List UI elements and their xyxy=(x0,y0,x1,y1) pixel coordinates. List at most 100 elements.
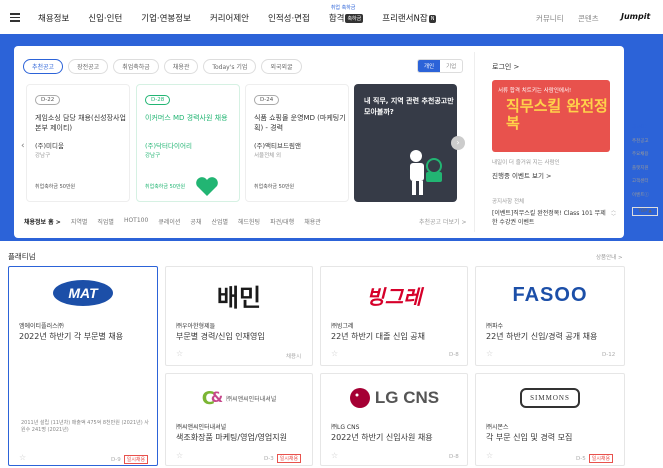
side-menu: 공고찾기 추천공고 주요채용 플랫지원 고객센터 이벤트ⓘ TOP ▲ xyxy=(632,124,658,224)
menu-icon[interactable] xyxy=(10,13,20,22)
company-logo: 배민 xyxy=(216,283,262,312)
platinum-card[interactable]: SIMMONS ㈜시몬스 각 부문 신입 및 경력 모집 ☆ D-5 일시채용 xyxy=(475,373,625,466)
side-menu-item[interactable]: 주요채용 xyxy=(632,151,658,157)
dday-badge: D-22 xyxy=(35,95,61,105)
pass-badge: 축하금 xyxy=(345,14,364,23)
job-title: 22년 하반기 신입/경력 공개 채용 xyxy=(486,332,598,341)
sub-nav-headhunting[interactable]: 헤드헌팅 xyxy=(238,217,260,226)
event-link[interactable]: 진행중 이벤트 보기 > xyxy=(492,170,552,180)
side-menu-item[interactable]: 공고찾기 xyxy=(632,124,658,130)
product-guide-link[interactable]: 상품안내 > xyxy=(596,253,623,261)
job-card[interactable]: D-24 식품 쇼핑몰 운영MD (마케팅기획) - 경력 (주)액티브드림앤 … xyxy=(245,84,349,202)
company-logo: SIMMONS xyxy=(476,380,624,416)
nav-item-freelance[interactable]: 프리랜서N잡 N xyxy=(382,12,437,24)
toggle-company[interactable]: 기업 xyxy=(440,60,462,72)
sub-nav-region[interactable]: 지역별 xyxy=(71,217,88,226)
tab-foreign[interactable]: 외국외굴 xyxy=(261,59,302,74)
star-icon[interactable]: ☆ xyxy=(331,349,338,358)
star-icon[interactable]: ☆ xyxy=(486,451,493,460)
platinum-card[interactable]: 배민 ㈜우아한형제들 부문별 경력/신입 인재영입 ☆ 채용시 xyxy=(165,266,313,366)
sub-nav-industry[interactable]: 산업별 xyxy=(211,217,228,226)
tab-hall[interactable]: 채용관 xyxy=(163,59,199,74)
toggle-personal[interactable]: 개인 xyxy=(418,60,441,72)
sub-nav-job[interactable]: 직업별 xyxy=(97,217,114,226)
sub-nav-dispatch[interactable]: 파견/대행 xyxy=(270,217,294,226)
jobs-sub-nav: 채용정보 홈 > 지역별 직업별 HOT100 큐레이션 공채 산업별 헤드헌팅… xyxy=(24,217,331,226)
banner-tagline: 서류 합격 치트키는 사람인에서! xyxy=(498,88,572,94)
job-card[interactable]: D-28 이커머스 MD 경력사원 채용 (주)닥터다이어리 강남구 취업축하금… xyxy=(136,84,240,202)
notice-label[interactable]: 공지사항 전체 xyxy=(492,197,524,205)
more-recommend-link[interactable]: 추천공고 더보기 > xyxy=(419,217,466,226)
side-menu-item[interactable]: 고객센터 xyxy=(632,178,658,184)
company-name: 엠에이티플러스㈜ xyxy=(19,323,64,330)
promo-card[interactable]: 내 직무, 지역 관련 추천공고만 모아볼까? xyxy=(354,84,457,202)
user-type-toggle: 개인 기업 xyxy=(417,59,464,73)
nav-contents[interactable]: 콘텐츠 xyxy=(578,13,599,24)
platinum-card[interactable]: FASOO ㈜파수 22년 하반기 신입/경력 공개 채용 ☆ D-12 xyxy=(475,266,625,366)
dday-badge: D-24 xyxy=(254,95,280,105)
job-card[interactable]: D-22 게임소싱 담당 채용(신성장사업본부 제이티) (주)미디움 강남구 … xyxy=(26,84,130,202)
job-award: 취업축하금 50만원 xyxy=(254,184,295,190)
sub-nav-hall[interactable]: 채용관 xyxy=(304,217,321,226)
freelance-label: 프리랜서N잡 xyxy=(382,14,428,24)
company-name: ㈜LG CNS xyxy=(331,424,360,431)
sub-nav-home[interactable]: 채용정보 홈 > xyxy=(24,217,61,226)
nav-item-jobs[interactable]: 채용정보 xyxy=(38,12,69,24)
sub-nav-curation[interactable]: 큐레이션 xyxy=(158,217,180,226)
star-icon[interactable]: ☆ xyxy=(486,349,493,358)
pass-sup-label: 취업 축하금 xyxy=(330,5,356,11)
chevron-left-icon[interactable]: ‹ xyxy=(21,141,25,151)
star-icon[interactable]: ☆ xyxy=(331,451,338,460)
platinum-card[interactable]: C & ㈜씨앤씨인터내셔널 ㈜씨앤씨인터내셔널 색조화장품 마케팅/영업/영업지원… xyxy=(165,373,313,466)
side-menu-item[interactable]: 이벤트ⓘ xyxy=(632,192,658,198)
rolling-badge: 일시채용 xyxy=(276,454,302,463)
side-menu-item[interactable]: 플랫지원 xyxy=(632,165,658,171)
heart-icon xyxy=(196,177,218,196)
job-title: 부문별 경력/신입 인재영입 xyxy=(176,332,265,341)
dday-label: D-8 xyxy=(449,352,459,358)
side-menu-item[interactable]: 추천공고 xyxy=(632,138,658,144)
job-location: 서울전체 외 xyxy=(254,153,282,159)
platinum-card[interactable]: 빙그레 ㈜빙그레 22년 하반기 대졸 신입 공채 ☆ D-8 xyxy=(320,266,468,366)
nav-item-interview[interactable]: 인적성·면접 xyxy=(268,12,310,24)
star-icon[interactable]: ☆ xyxy=(176,349,183,358)
platinum-card[interactable]: MAT 엠에이티플러스㈜ 2022년 하반기 각 부문별 채용 2011년 설립… xyxy=(8,266,158,466)
tab-award[interactable]: 취업축하금 xyxy=(113,59,159,74)
tab-featured[interactable]: 장전공고 xyxy=(68,59,109,74)
job-award: 취업축하금 50만원 xyxy=(35,184,76,190)
star-icon[interactable]: ☆ xyxy=(19,453,26,462)
next-arrow-icon[interactable]: › xyxy=(451,136,465,150)
company-name: ㈜시몬스 xyxy=(486,424,509,431)
jumpit-logo[interactable]: Jumpit xyxy=(621,12,650,21)
sub-nav-public[interactable]: 공채 xyxy=(190,217,201,226)
company-meta: 2011년 설립 (11년차) 매출액 475억 8천만원 (2021년) 사원… xyxy=(21,420,149,433)
job-location: 강남구 xyxy=(145,153,161,159)
company-name: ㈜우아한형제들 xyxy=(176,323,216,330)
promo-text: 내 직무, 지역 관련 추천공고만 모아볼까? xyxy=(364,97,454,116)
notice-text[interactable]: [이벤트]직무스킬 완전정복! Class 101 무제한 수강권 이벤트 xyxy=(492,209,610,227)
main-nav: 채용정보 신입·인턴 기업·연봉정보 커리어제안 인적성·면접 취업 축하금 합… xyxy=(38,5,455,24)
top-button[interactable]: TOP ▲ xyxy=(632,207,658,216)
job-award: 취업축하금 50만원 xyxy=(145,184,186,190)
notice-arrows-icon[interactable]: ︿ ﹀ xyxy=(611,208,616,220)
nav-item-company-salary[interactable]: 기업·연봉정보 xyxy=(141,12,191,24)
new-badge: N xyxy=(428,15,437,23)
event-banner[interactable]: 서류 합격 치트키는 사람인에서! 직무스킬 완전정복 xyxy=(492,80,610,152)
sub-nav-hot100[interactable]: HOT100 xyxy=(124,217,148,226)
job-title: 2022년 하반기 신입사원 채용 xyxy=(331,433,433,442)
person-illustration xyxy=(410,150,442,195)
star-icon[interactable]: ☆ xyxy=(176,451,183,460)
nav-item-newcomer[interactable]: 신입·인턴 xyxy=(88,12,122,24)
nav-item-career-offer[interactable]: 커리어제안 xyxy=(210,12,249,24)
nav-item-pass[interactable]: 취업 축하금 합격 축하금 xyxy=(329,5,364,24)
login-link[interactable]: 로그인 > xyxy=(492,62,519,72)
nav-community[interactable]: 커뮤니티 xyxy=(536,13,564,24)
job-title: 이커머스 MD 경력사원 채용 xyxy=(145,114,228,122)
platinum-card[interactable]: LG CNS ㈜LG CNS 2022년 하반기 신입사원 채용 ☆ D-8 xyxy=(320,373,468,466)
job-company: (주)닥터다이어리 xyxy=(145,142,192,150)
company-name: ㈜파수 xyxy=(486,323,504,330)
tab-today-company[interactable]: Today's 기업 xyxy=(203,59,257,74)
tab-recommended[interactable]: 추천공고 xyxy=(23,59,64,74)
dday-label: D-12 xyxy=(602,352,616,358)
company-logo: MAT xyxy=(9,275,157,311)
